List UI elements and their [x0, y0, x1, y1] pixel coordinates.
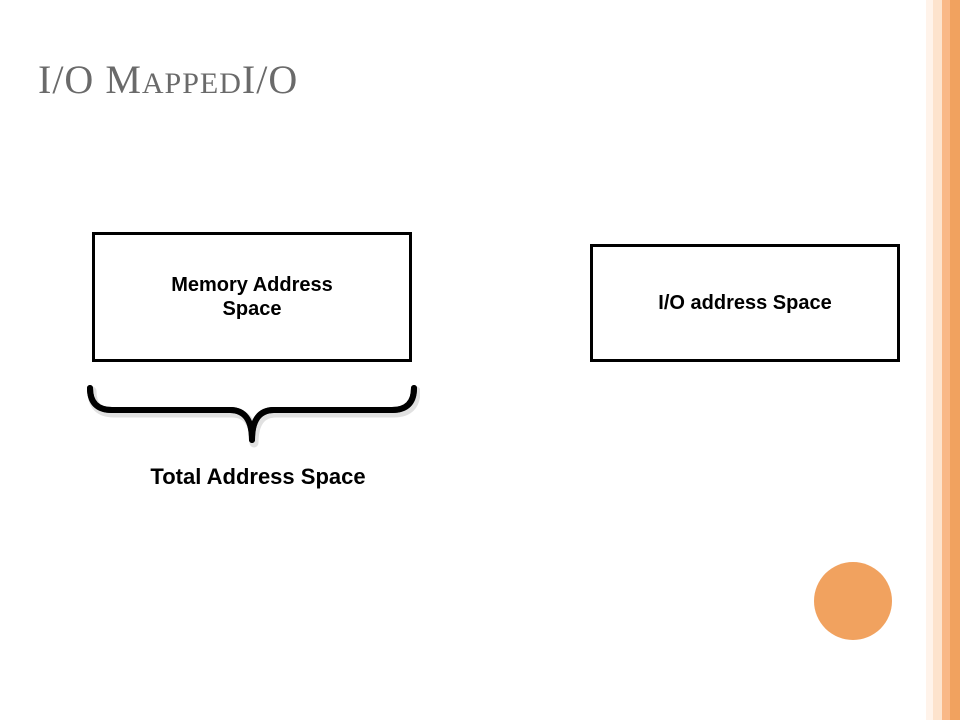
- slide-title: I/O MAPPEDI/O: [38, 56, 298, 103]
- io-address-space-box: I/O address Space: [590, 244, 900, 362]
- memory-label-line2: Space: [223, 298, 282, 320]
- io-address-space-label: I/O address Space: [658, 291, 831, 315]
- memory-label-line1: Memory Address: [171, 274, 333, 296]
- title-part1: I/O M: [38, 57, 142, 102]
- memory-address-space-box: Memory Address Space: [92, 232, 412, 362]
- title-smallcaps: APPED: [142, 67, 242, 100]
- total-address-space-brace: [84, 382, 420, 456]
- memory-address-space-label: Memory Address Space: [171, 273, 333, 321]
- accent-circle-icon: [814, 562, 892, 640]
- slide-canvas: I/O MAPPEDI/O Memory Address Space I/O a…: [0, 0, 960, 720]
- title-part2: I/O: [242, 57, 298, 102]
- total-address-space-caption: Total Address Space: [108, 464, 408, 490]
